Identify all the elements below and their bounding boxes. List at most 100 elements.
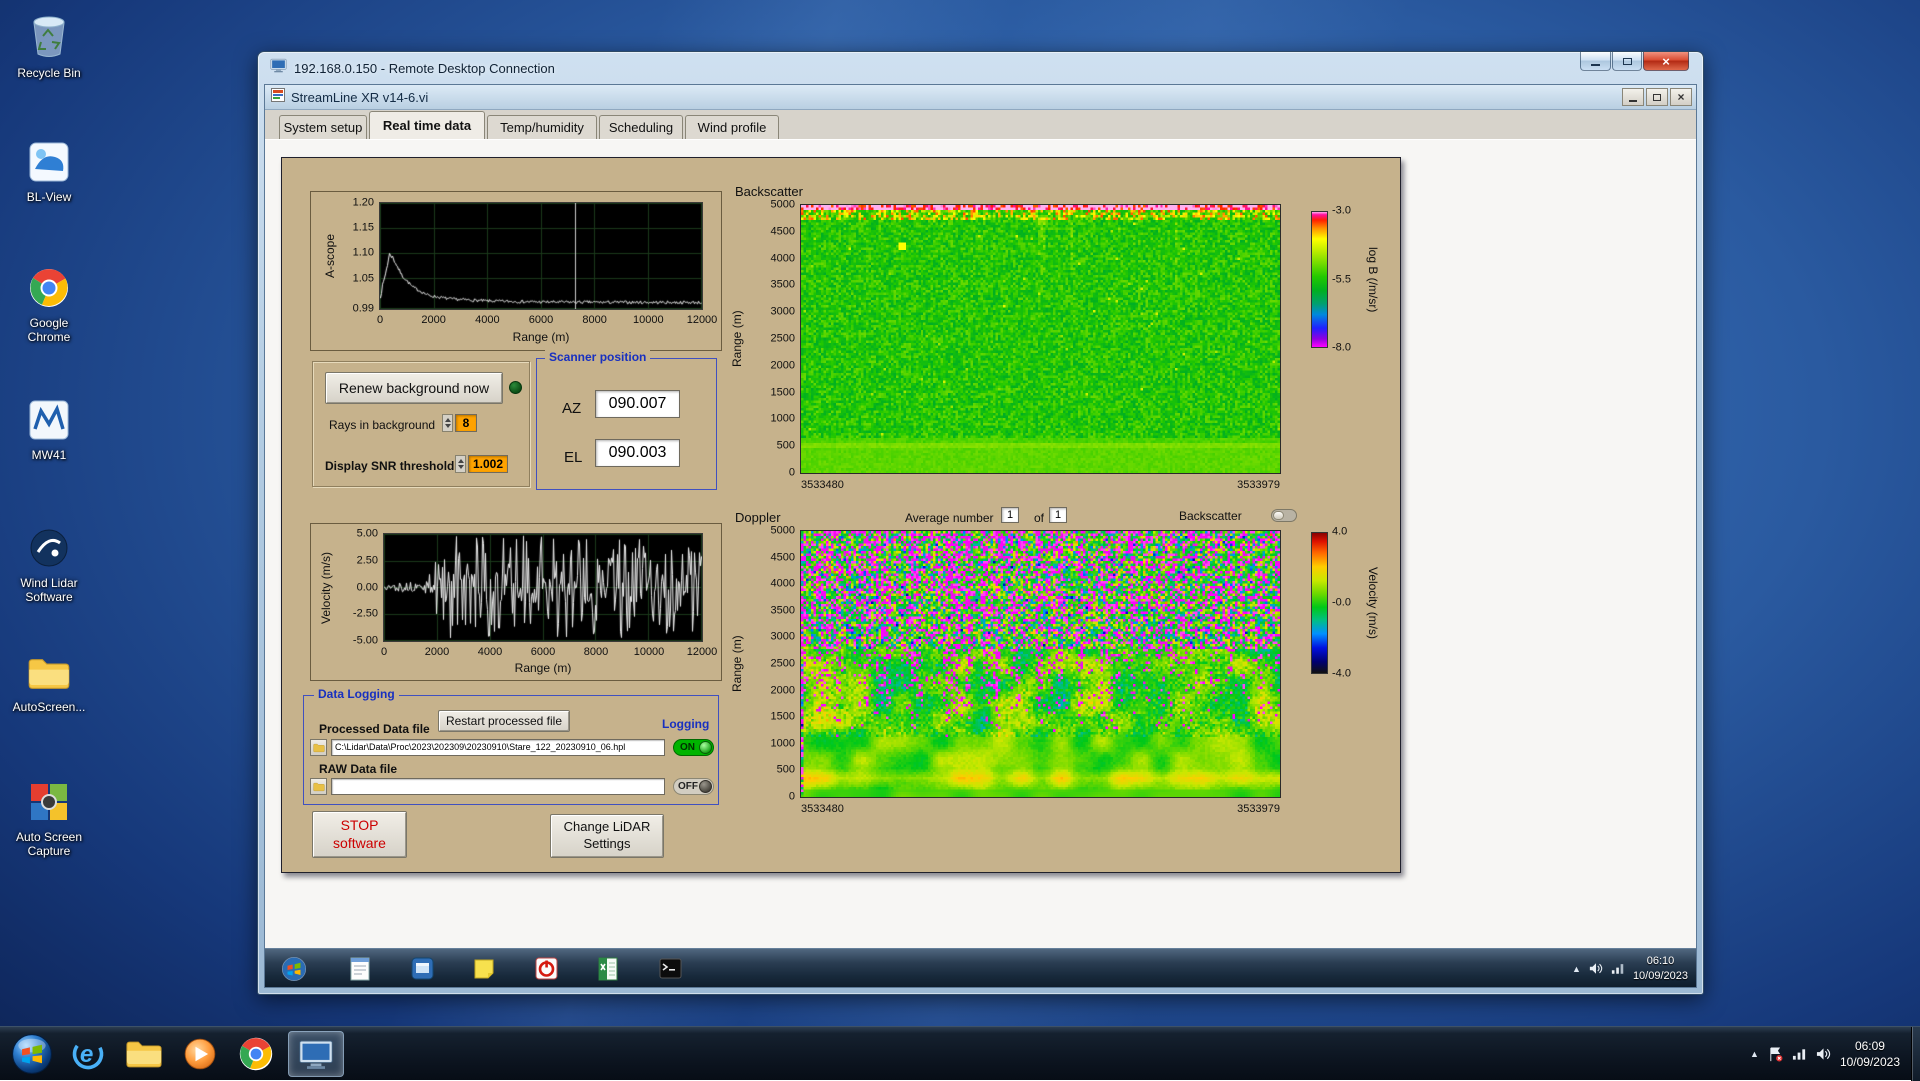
folder-icon: [312, 743, 325, 752]
stop-label-2: software: [333, 834, 386, 851]
of-label: of: [1034, 511, 1045, 525]
raw-data-file-label: RAW Data file: [319, 762, 398, 776]
processed-file-browse-button[interactable]: [310, 739, 327, 756]
remote-start-button[interactable]: [279, 954, 309, 983]
tab-label: Scheduling: [608, 120, 674, 135]
start-button[interactable]: [8, 1031, 56, 1077]
snr-spinner[interactable]: [455, 455, 466, 473]
rdp-titlebar[interactable]: 192.168.0.150 - Remote Desktop Connectio…: [258, 52, 1703, 84]
taskbar-explorer[interactable]: [120, 1031, 168, 1077]
desktop-icon-wind-lidar[interactable]: Wind Lidar Software: [10, 528, 88, 605]
restart-processed-file-button[interactable]: Restart processed file: [438, 710, 570, 732]
taskbar-media-player[interactable]: [176, 1031, 224, 1077]
rays-value-box[interactable]: 8: [455, 414, 477, 432]
change-lidar-settings-button[interactable]: Change LiDAR Settings: [550, 814, 664, 858]
desktop-icon-auto-screen-capture[interactable]: Auto Screen Capture: [10, 782, 88, 859]
remote-date: 10/09/2023: [1632, 969, 1688, 982]
tab-real-time-data[interactable]: Real time data: [369, 111, 485, 139]
remote-clock[interactable]: 06:10 10/09/2023: [1633, 954, 1688, 983]
settings-label-2: Settings: [583, 836, 631, 851]
backscatter-heatmap: [801, 205, 1280, 473]
app-titlebar[interactable]: StreamLine XR v14-6.vi ×: [265, 85, 1696, 110]
backscatter-x-ticks: 3533480 3533979: [801, 479, 1280, 491]
el-value-box[interactable]: 090.003: [595, 439, 680, 467]
remote-session: StreamLine XR v14-6.vi × System setup Re…: [264, 84, 1697, 988]
ascope-x-axis-title: Range (m): [512, 330, 570, 344]
processed-logging-toggle[interactable]: ON: [673, 739, 714, 756]
renew-background-button[interactable]: Renew background now: [325, 372, 503, 404]
taskbar-clock[interactable]: 06:09 10/09/2023: [1840, 1038, 1900, 1070]
backscatter-y-axis-title: Range (m): [730, 310, 744, 368]
remote-sticky-notes-icon[interactable]: [469, 954, 499, 983]
settings-label-1: Change LiDAR: [563, 819, 651, 835]
stop-label-1: STOP: [340, 817, 379, 833]
average-count-value: 1: [1054, 509, 1062, 521]
remote-volume-icon[interactable]: [1589, 962, 1603, 975]
renew-background-label: Renew background now: [338, 380, 490, 396]
remote-console-icon[interactable]: [655, 954, 685, 983]
taskbar-chrome[interactable]: [232, 1031, 280, 1077]
raw-logging-toggle[interactable]: OFF: [673, 778, 714, 795]
tab-wind-profile[interactable]: Wind profile: [685, 115, 779, 139]
velocity-x-axis-title: Range (m): [514, 661, 572, 675]
show-desktop-button[interactable]: [1911, 1027, 1920, 1081]
hidden-icons-chevron[interactable]: ▲: [1750, 1049, 1759, 1059]
tab-scheduling[interactable]: Scheduling: [599, 115, 683, 139]
desktop-icon-bl-view[interactable]: BL-View: [10, 142, 88, 204]
network-icon[interactable]: [1792, 1047, 1807, 1061]
average-number-input[interactable]: 1: [1001, 507, 1019, 523]
raw-file-browse-button[interactable]: [310, 778, 327, 795]
taskbar-rdp-active[interactable]: [288, 1031, 344, 1077]
doppler-x-ticks: 3533480 3533979: [801, 803, 1280, 815]
tab-temp-humidity[interactable]: Temp/humidity: [487, 115, 597, 139]
stop-software-button[interactable]: STOP software: [312, 811, 407, 858]
app-close-button[interactable]: ×: [1670, 88, 1692, 106]
az-value-box[interactable]: 090.007: [595, 390, 680, 418]
chrome-icon: [29, 268, 69, 313]
snr-value-box[interactable]: 1.002: [468, 455, 508, 473]
remote-power-app-icon[interactable]: [531, 954, 561, 983]
raw-file-path-field[interactable]: [331, 778, 665, 795]
app-restore-button[interactable]: [1646, 88, 1668, 106]
desktop-icon-label: Google Chrome: [27, 316, 71, 345]
tab-system-setup[interactable]: System setup: [279, 115, 367, 139]
average-count-input[interactable]: 1: [1049, 507, 1067, 523]
velocity-y-axis-title: Velocity (m/s): [319, 551, 333, 624]
system-tray: ▲ 06:09 10/09/2023: [1750, 1027, 1900, 1081]
rdp-maximize-button[interactable]: [1612, 52, 1642, 71]
taskbar-internet-explorer[interactable]: e: [64, 1031, 112, 1077]
backscatter-toggle[interactable]: [1271, 509, 1297, 522]
rdp-close-button[interactable]: ×: [1643, 52, 1689, 71]
data-logging-group: Data Logging Processed Data file Restart…: [303, 687, 719, 805]
desktop-icon-label: MW41: [31, 448, 67, 462]
doppler-heatmap: [801, 531, 1280, 797]
el-label: EL: [564, 449, 583, 466]
processed-file-path-field[interactable]: C:\Lidar\Data\Proc\2023\202309\20230910\…: [331, 739, 665, 756]
remote-blue-app-icon[interactable]: [407, 954, 437, 983]
folder-icon: [126, 1041, 162, 1067]
desktop-icon-google-chrome[interactable]: Google Chrome: [10, 268, 88, 345]
desktop-icon-autoscreen-folder[interactable]: AutoScreen...: [10, 656, 88, 714]
doppler-title: Doppler: [735, 510, 781, 525]
rays-spinner[interactable]: [442, 414, 453, 432]
remote-notepad-icon[interactable]: [345, 954, 375, 983]
rdp-minimize-button[interactable]: [1580, 52, 1611, 71]
internet-explorer-icon: e: [72, 1038, 104, 1070]
remote-spreadsheet-icon[interactable]: [593, 954, 623, 983]
remote-network-icon[interactable]: [1611, 962, 1625, 975]
chrome-icon: [239, 1037, 273, 1071]
action-center-flag-icon[interactable]: [1768, 1046, 1783, 1062]
tab-label: Wind profile: [697, 120, 767, 135]
folder-icon: [312, 782, 325, 791]
remote-taskbar: ▲ 06:10 10/09/2023: [265, 948, 1696, 987]
svg-text:e: e: [80, 1041, 94, 1068]
desktop-icon-recycle-bin[interactable]: Recycle Bin: [10, 14, 88, 80]
rdp-computer-icon: [270, 58, 287, 78]
front-panel: A-scope 1.20 1.15 1.10 1.05 0.99 0 2000 4000 60…: [281, 157, 1401, 873]
ascope-y-axis-title: A-scope: [323, 233, 337, 279]
app-minimize-button[interactable]: [1622, 88, 1644, 106]
remote-hidden-icons-chevron[interactable]: ▲: [1572, 964, 1581, 974]
volume-icon[interactable]: [1816, 1047, 1831, 1061]
desktop-icon-mw41[interactable]: MW41: [10, 400, 88, 462]
doppler-section: Doppler Average number 1 of 1 Backscatte…: [722, 503, 1392, 823]
